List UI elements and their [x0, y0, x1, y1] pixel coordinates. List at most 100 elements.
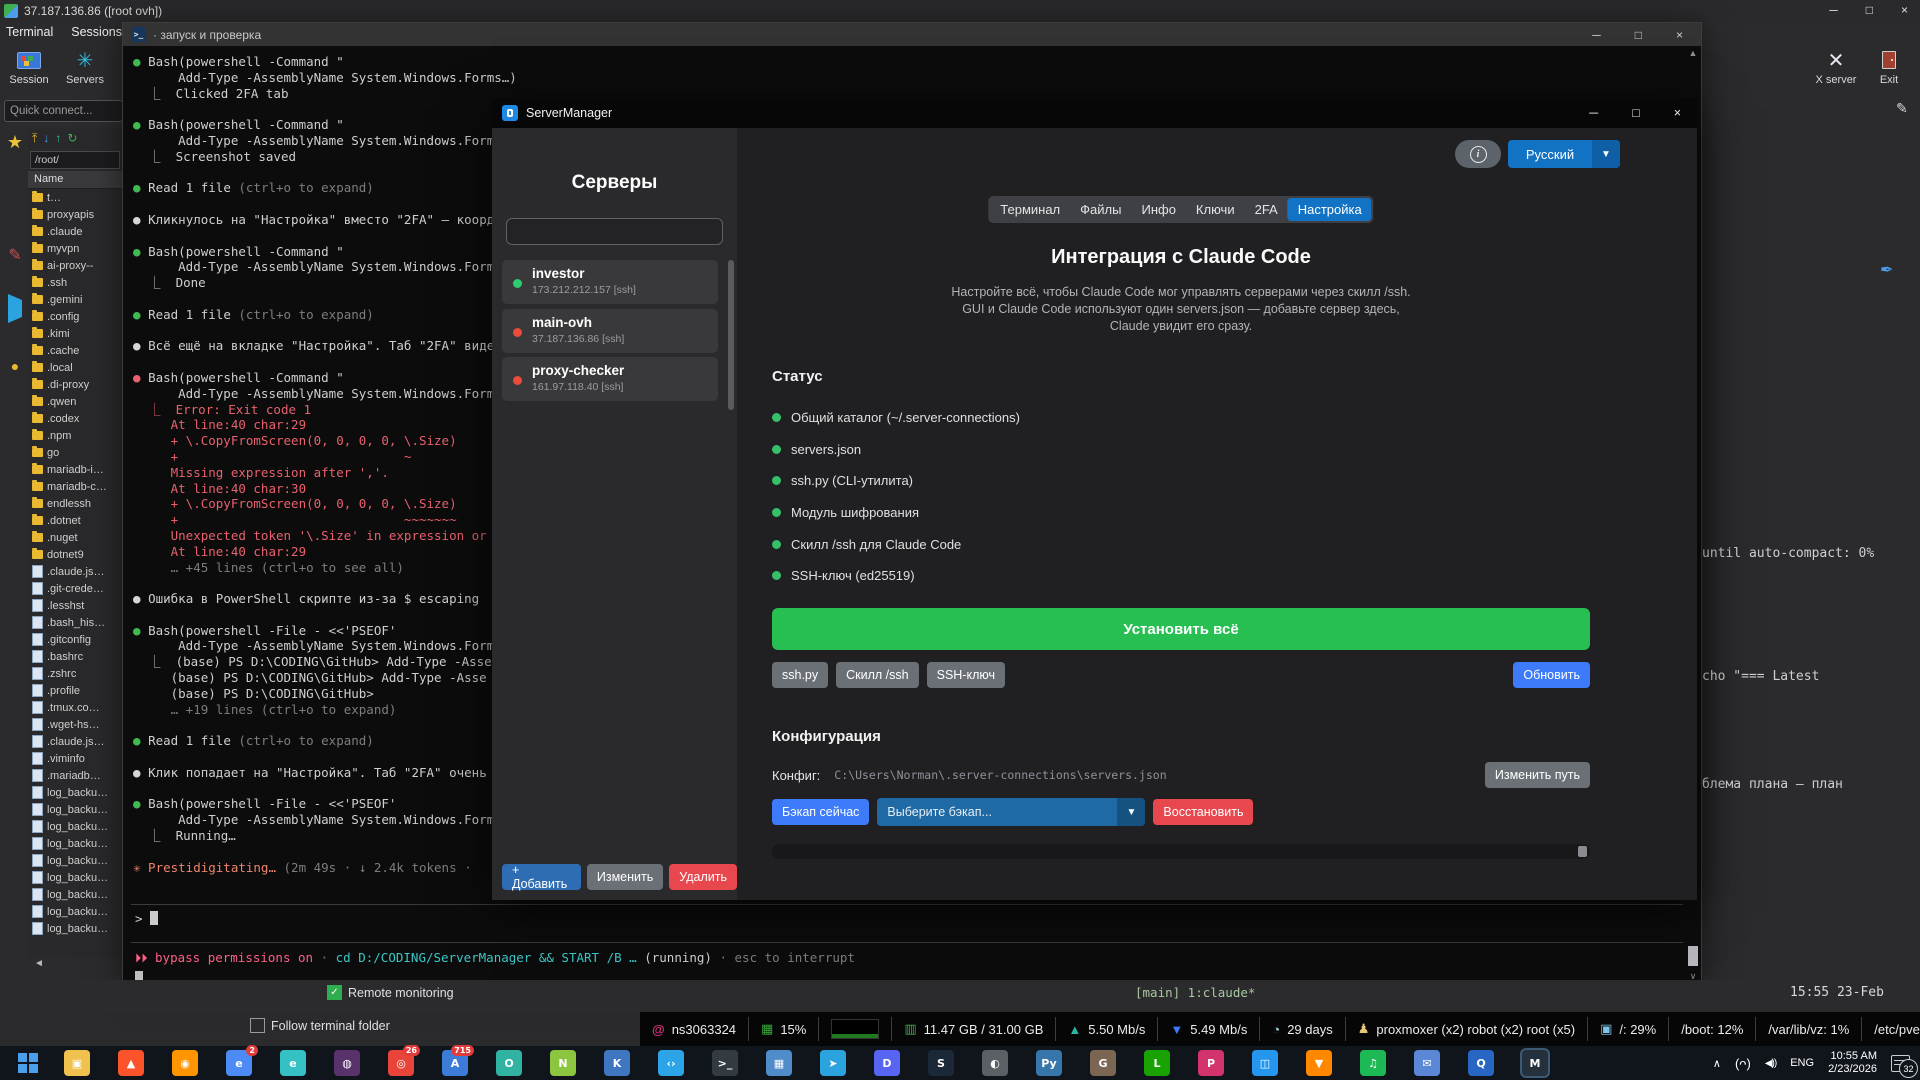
tree-item[interactable]: log_backu…	[28, 801, 122, 818]
tree-item[interactable]: myvpn	[28, 240, 122, 257]
server-list-scrollbar[interactable]	[728, 260, 734, 410]
taskbar-windows-terminal-icon[interactable]: >_	[712, 1050, 738, 1076]
taskbar-spotify-icon[interactable]: ♫	[1360, 1050, 1386, 1076]
terminal-prompt[interactable]: >	[135, 911, 158, 926]
tree-item[interactable]: log_backu…	[28, 852, 122, 869]
name-column-header[interactable]: Name	[28, 171, 122, 189]
tree-item[interactable]: .nuget	[28, 529, 122, 546]
server-card-main-ovh[interactable]: main-ovh37.187.136.86 [ssh]	[502, 309, 718, 353]
taskbar-file-manager-icon[interactable]: ▦	[766, 1050, 792, 1076]
tree-item[interactable]: .viminfo	[28, 750, 122, 767]
tree-item[interactable]: mariadb-c…	[28, 478, 122, 495]
taskbar-edge-icon[interactable]: e	[280, 1050, 306, 1076]
taskbar-steam-icon[interactable]: S	[928, 1050, 954, 1076]
taskbar-brave-icon[interactable]: ▲	[118, 1050, 144, 1076]
remote-monitoring-checkbox[interactable]: ✓ Remote monitoring	[327, 985, 454, 1000]
refresh-button[interactable]: Обновить	[1513, 662, 1590, 688]
tree-item[interactable]: .claude.js…	[28, 563, 122, 580]
component-button-Скилл /ssh[interactable]: Скилл /ssh	[836, 662, 918, 688]
mobax-maximize-button[interactable]: □	[1866, 3, 1873, 17]
tab-Файлы[interactable]: Файлы	[1070, 198, 1131, 221]
language-indicator[interactable]: ENG	[1790, 1057, 1814, 1069]
tree-item[interactable]: .di-proxy	[28, 376, 122, 393]
tree-item[interactable]: log_backu…	[28, 818, 122, 835]
taskbar-docker-icon[interactable]: ◫	[1252, 1050, 1278, 1076]
taskbar-libreoffice-icon[interactable]: L	[1144, 1050, 1170, 1076]
toolbar-session-button[interactable]: Session	[2, 46, 56, 86]
tab-Инфо[interactable]: Инфо	[1131, 198, 1185, 221]
taskbar-gimp-icon[interactable]: G	[1090, 1050, 1116, 1076]
tree-item[interactable]: .zshrc	[28, 665, 122, 682]
path-input[interactable]: /root/	[30, 151, 120, 169]
language-select[interactable]: Русский ▼	[1508, 140, 1620, 168]
delete-server-button[interactable]: Удалить	[669, 864, 737, 890]
taskbar-telegram-icon[interactable]: ➤	[820, 1050, 846, 1076]
server-search-input[interactable]	[506, 218, 723, 245]
restore-button[interactable]: Восстановить	[1153, 799, 1253, 825]
star-favorites-icon[interactable]: ★	[4, 132, 26, 153]
tree-item[interactable]: .bashrc	[28, 648, 122, 665]
taskbar-windows-start-icon[interactable]	[10, 1050, 36, 1076]
taskbar-python-icon[interactable]: Py	[1036, 1050, 1062, 1076]
taskbar-keepass-icon[interactable]: K	[604, 1050, 630, 1076]
tree-item[interactable]: .config	[28, 308, 122, 325]
tree-item[interactable]: log_backu…	[28, 869, 122, 886]
sm-maximize-button[interactable]: □	[1632, 106, 1640, 120]
taskbar-quick-assist-icon[interactable]: Q	[1468, 1050, 1494, 1076]
pencil-icon[interactable]: ✎	[1896, 100, 1908, 117]
tree-item[interactable]: .cache	[28, 342, 122, 359]
tree-item[interactable]: .lesshst	[28, 597, 122, 614]
tree-item[interactable]: .gemini	[28, 291, 122, 308]
taskbar-notepad-plus-icon[interactable]: N	[550, 1050, 576, 1076]
sphere-icon[interactable]: ●	[4, 358, 26, 374]
tree-item[interactable]: .qwen	[28, 393, 122, 410]
tree-item[interactable]: .codex	[28, 410, 122, 427]
tree-item[interactable]: .npm	[28, 427, 122, 444]
tray-clock[interactable]: 10:55 AM 2/23/2026	[1828, 1050, 1877, 1076]
scrollbar-thumb[interactable]	[1578, 846, 1587, 857]
scroll-up-icon[interactable]: ▲	[1687, 48, 1699, 58]
server-card-investor[interactable]: investor173.212.212.157 [ssh]	[502, 260, 718, 304]
tree-item[interactable]: log_backu…	[28, 886, 122, 903]
tree-item[interactable]: log_backu…	[28, 835, 122, 852]
backup-now-button[interactable]: Бэкап сейчас	[772, 799, 869, 825]
component-button-ssh.py[interactable]: ssh.py	[772, 662, 828, 688]
follow-terminal-checkbox[interactable]: Follow terminal folder	[250, 1018, 390, 1033]
tab-Ключи[interactable]: Ключи	[1186, 198, 1245, 221]
refresh-icon[interactable]: ↻	[67, 131, 77, 146]
download-icon[interactable]: ↓	[43, 131, 49, 146]
scrollbar-thumb[interactable]	[1688, 946, 1698, 966]
taskbar-chrome-icon[interactable]: ◎26	[388, 1050, 414, 1076]
taskbar-discord-icon[interactable]: D	[874, 1050, 900, 1076]
toolbar-exit-button[interactable]: Exit	[1862, 46, 1916, 86]
info-button[interactable]: i	[1455, 140, 1501, 168]
tree-item[interactable]: .mariadb…	[28, 767, 122, 784]
tab-Настройка[interactable]: Настройка	[1288, 198, 1372, 221]
taskbar-mobaxterm-icon[interactable]: M	[1522, 1050, 1548, 1076]
pen-nib-icon[interactable]: ✒	[1880, 260, 1893, 280]
menu-sessions[interactable]: Sessions	[71, 25, 122, 39]
tree-item[interactable]: ai-proxy--	[28, 257, 122, 274]
taskbar-obs-icon[interactable]: ◐	[982, 1050, 1008, 1076]
macro-pen-icon[interactable]: ✎	[4, 245, 26, 265]
speaker-icon[interactable]: ◀))	[1765, 1058, 1776, 1069]
taskbar-tor-browser-icon[interactable]: ◍	[334, 1050, 360, 1076]
menu-terminal[interactable]: Terminal	[6, 25, 53, 39]
tree-item[interactable]: .claude	[28, 223, 122, 240]
toolbar-servers-button[interactable]: ✳ Servers	[58, 46, 112, 86]
wifi-icon[interactable]: (ᴖ)	[1735, 1056, 1751, 1071]
taskbar-anydesk-icon[interactable]: A715	[442, 1050, 468, 1076]
chevron-left-icon[interactable]: ◄	[34, 958, 44, 969]
taskbar-file-explorer-icon[interactable]: ▣	[64, 1050, 90, 1076]
add-server-button[interactable]: + Добавить	[502, 864, 581, 890]
taskbar-pycharm-icon[interactable]: P	[1198, 1050, 1224, 1076]
terminal-minimize-button[interactable]: ─	[1592, 28, 1601, 42]
taskbar-edge-beta-icon[interactable]: e2	[226, 1050, 252, 1076]
tree-item[interactable]: .profile	[28, 682, 122, 699]
telegram-plane-icon[interactable]	[4, 300, 26, 318]
server-card-proxy-checker[interactable]: proxy-checker161.97.118.40 [ssh]	[502, 357, 718, 401]
taskbar-vscode-icon[interactable]: ‹›	[658, 1050, 684, 1076]
tree-item[interactable]: t…	[28, 189, 122, 206]
upload-icon[interactable]: ↑	[55, 131, 61, 146]
tree-item[interactable]: .ssh	[28, 274, 122, 291]
